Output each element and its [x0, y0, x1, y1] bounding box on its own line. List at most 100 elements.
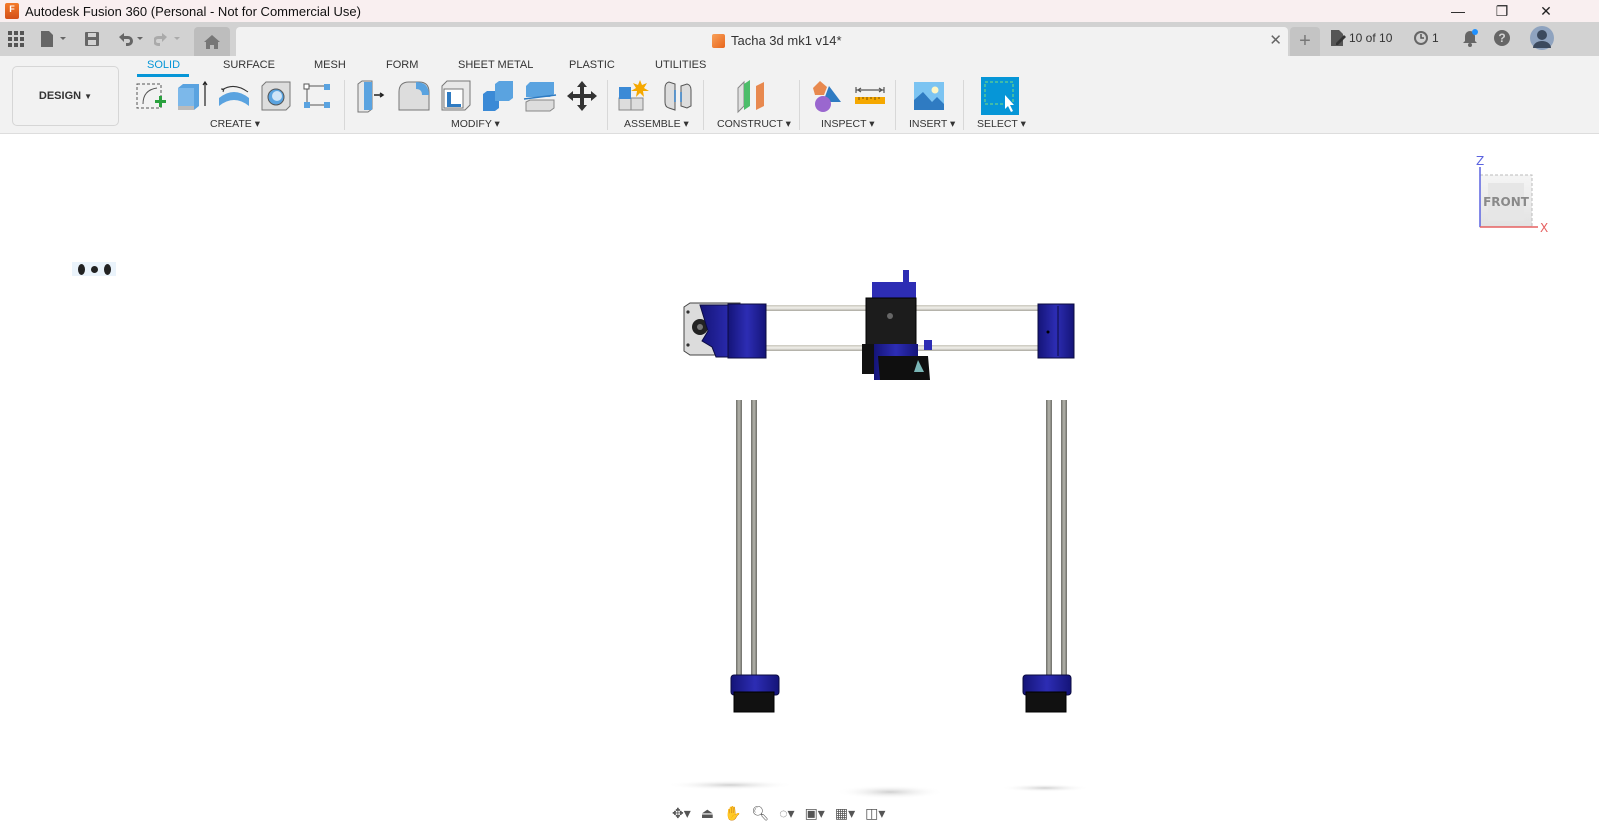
browser-collapsed-indicator[interactable] — [72, 262, 116, 276]
bell-icon — [1463, 29, 1478, 47]
redo-icon[interactable] — [154, 30, 184, 48]
help-button[interactable]: ? — [1493, 29, 1511, 47]
pan-icon[interactable]: ✋ — [724, 805, 741, 829]
title-bar: F Autodesk Fusion 360 (Personal - Not fo… — [0, 0, 1599, 22]
3d-viewport[interactable]: FRONT Z X ✥▾ ⏏ ✋ 🔍︎ ◌▾ ▣▾ ▦▾ ◫▾ — [0, 135, 1599, 829]
fillet-icon[interactable] — [396, 78, 432, 114]
hole-icon[interactable] — [258, 78, 294, 114]
modify-menu[interactable]: MODIFY ▾ — [451, 118, 500, 130]
insert-image-icon[interactable] — [911, 78, 947, 114]
x-motor-left — [683, 302, 767, 359]
divider — [607, 80, 608, 130]
z-rod — [1046, 400, 1052, 680]
measure-icon[interactable] — [852, 78, 888, 114]
window-select-icon[interactable] — [981, 77, 1019, 115]
close-tab-button[interactable]: ✕ — [1269, 31, 1282, 49]
workspace-switcher[interactable]: DESIGN ▼ — [12, 66, 119, 126]
viewcube[interactable]: FRONT Z X — [1470, 153, 1550, 238]
assemble-menu[interactable]: ASSEMBLE ▾ — [624, 118, 689, 130]
active-tab-indicator — [137, 74, 189, 77]
z-axis-label: Z — [1476, 154, 1484, 168]
offset-plane-icon[interactable] — [734, 78, 770, 114]
divider — [963, 80, 964, 130]
divider — [895, 80, 896, 130]
z-rod — [1061, 400, 1067, 680]
help-icon: ? — [1494, 30, 1510, 46]
job-count: 1 — [1432, 31, 1439, 45]
chevron-down-icon: ▼ — [84, 91, 93, 101]
zoom-icon[interactable]: 🔍︎ — [751, 805, 769, 829]
document-tab[interactable]: Tacha 3d mk1 v14* ✕ — [236, 27, 1288, 56]
z-motor-left — [730, 674, 780, 713]
pattern-icon[interactable] — [300, 78, 336, 114]
extrude-icon[interactable] — [174, 78, 210, 114]
minimize-button[interactable]: — — [1436, 0, 1480, 22]
divider — [344, 80, 345, 130]
svg-text:?: ? — [1498, 31, 1505, 45]
interference-icon[interactable] — [809, 78, 845, 114]
window-title: Autodesk Fusion 360 (Personal - Not for … — [25, 3, 361, 19]
ground-shadow — [665, 780, 795, 790]
press-pull-icon[interactable] — [354, 78, 390, 114]
split-body-icon[interactable] — [522, 78, 558, 114]
clock-icon — [1414, 31, 1428, 45]
home-icon — [204, 35, 220, 49]
divider — [703, 80, 704, 130]
navigation-toolbar: ✥▾ ⏏ ✋ 🔍︎ ◌▾ ▣▾ ▦▾ ◫▾ — [672, 805, 885, 829]
component-cube-icon — [712, 33, 725, 48]
construct-menu[interactable]: CONSTRUCT ▾ — [717, 118, 791, 130]
close-window-button[interactable]: ✕ — [1524, 0, 1568, 22]
shell-icon[interactable] — [438, 78, 474, 114]
file-menu-icon[interactable] — [40, 30, 68, 48]
undo-icon[interactable] — [116, 30, 146, 48]
combine-icon[interactable] — [480, 78, 516, 114]
printer-model[interactable] — [660, 260, 1100, 820]
tab-utilities[interactable]: UTILITIES — [655, 59, 706, 71]
tab-form[interactable]: FORM — [386, 59, 418, 71]
user-avatar[interactable] — [1530, 26, 1554, 50]
joint-icon[interactable] — [660, 78, 696, 114]
x-idler-right — [1037, 303, 1075, 359]
x-axis-label: X — [1540, 221, 1548, 235]
move-icon[interactable] — [564, 78, 600, 114]
viewports-icon[interactable]: ◫▾ — [865, 805, 885, 829]
job-status-button[interactable]: 1 — [1413, 30, 1439, 46]
viewcube-face-label[interactable]: FRONT — [1483, 195, 1530, 209]
tab-solid[interactable]: SOLID — [147, 59, 180, 71]
home-tab[interactable] — [194, 27, 230, 56]
inspect-menu[interactable]: INSPECT ▾ — [821, 118, 875, 130]
look-at-icon[interactable]: ⏏ — [701, 805, 714, 829]
new-component-icon[interactable] — [616, 78, 652, 114]
tab-plastic[interactable]: PLASTIC — [569, 59, 615, 71]
ground-shadow — [835, 785, 945, 799]
tab-sheet-metal[interactable]: SHEET METAL — [458, 59, 533, 71]
document-title: Tacha 3d mk1 v14* — [731, 33, 842, 48]
create-sketch-icon[interactable] — [133, 78, 169, 114]
create-menu[interactable]: CREATE ▾ — [210, 118, 260, 130]
version-count: 10 of 10 — [1349, 31, 1393, 45]
z-rod — [736, 400, 742, 680]
workspace-label: DESIGN — [38, 90, 82, 102]
tab-mesh[interactable]: MESH — [314, 59, 346, 71]
grid-settings-icon[interactable]: ▦▾ — [835, 805, 855, 829]
maximize-button[interactable]: ❐ — [1480, 0, 1524, 22]
display-settings-icon[interactable]: ▣▾ — [805, 805, 825, 829]
notifications-button[interactable] — [1461, 29, 1479, 47]
toolhead — [862, 270, 932, 380]
select-menu[interactable]: SELECT ▾ — [977, 118, 1026, 130]
version-button[interactable]: 10 of 10 — [1330, 30, 1392, 46]
orbit-icon[interactable]: ✥▾ — [672, 805, 691, 829]
z-motor-right — [1022, 674, 1072, 713]
revolve-icon[interactable] — [216, 78, 252, 114]
fusion-app-icon: F — [5, 3, 19, 19]
fit-icon[interactable]: ◌▾ — [779, 805, 794, 829]
tab-surface[interactable]: SURFACE — [223, 59, 275, 71]
ribbon-toolbar: DESIGN ▼ SOLID SURFACE MESH FORM SHEET M… — [0, 56, 1599, 134]
insert-menu[interactable]: INSERT ▾ — [909, 118, 955, 130]
ground-shadow — [1000, 784, 1090, 792]
save-icon[interactable] — [84, 30, 100, 48]
divider — [799, 80, 800, 130]
apps-grid-icon[interactable] — [8, 30, 24, 48]
z-rod — [751, 400, 757, 680]
new-tab-button[interactable]: + — [1290, 27, 1320, 56]
